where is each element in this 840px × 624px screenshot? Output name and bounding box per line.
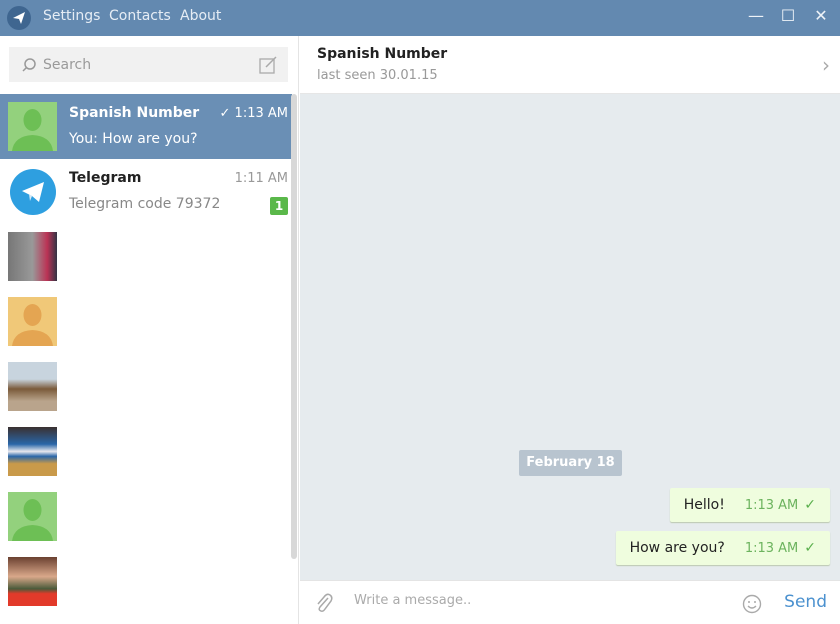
chat-item[interactable] [0,549,292,614]
composer: Send [300,580,840,624]
avatar [8,427,57,476]
conversation-header[interactable]: Spanish Number last seen 30.01.15 › [300,36,840,94]
date-separator: February 18 [519,450,622,476]
message-time: 1:13 AM [744,497,799,513]
telegram-avatar-icon [10,169,56,215]
attach-icon[interactable] [314,592,334,614]
avatar [8,232,57,281]
message-bubble: How are you? 1:13 AM ✓ [615,531,830,565]
message-area: February 18 Hello! 1:13 AM ✓ How are you… [300,94,840,580]
avatar [8,362,57,411]
chat-item[interactable] [0,484,292,549]
title-bar: Settings Contacts About — ☐ ✕ [0,0,840,36]
scrollbar[interactable] [291,94,297,559]
avatar [8,102,57,151]
chat-item[interactable] [0,354,292,419]
message-text: Hello! [683,497,725,513]
search-icon [22,57,36,72]
maximize-button[interactable]: ☐ [777,6,799,25]
avatar [8,492,57,541]
chat-item-spanish-number[interactable]: Spanish Number You: How are you? ✓ 1:13 … [0,94,292,159]
message-bubble: Hello! 1:13 AM ✓ [669,488,830,522]
chat-item[interactable] [0,224,292,289]
chevron-right-icon[interactable]: › [822,53,830,77]
avatar [8,557,57,606]
compose-icon[interactable] [258,55,278,75]
menu-about[interactable]: About [180,8,221,24]
chat-preview: Telegram code 79372 [69,196,221,212]
check-icon: ✓ [804,497,816,513]
conversation-panel: Spanish Number last seen 30.01.15 › Febr… [300,36,840,624]
search-box[interactable] [9,47,288,82]
telegram-logo-icon [7,6,31,30]
chat-preview: You: How are you? [69,131,198,147]
message-text: How are you? [629,540,725,556]
chat-name: Telegram [69,170,142,186]
conversation-title: Spanish Number [317,46,448,62]
emoji-icon[interactable] [742,594,762,614]
unread-badge: 1 [270,197,288,215]
chat-item[interactable] [0,419,292,484]
avatar [8,297,57,346]
menu-settings[interactable]: Settings [43,8,100,24]
send-button[interactable]: Send [784,592,827,612]
message-time: 1:13 AM [744,540,799,556]
check-icon: ✓ [804,540,816,556]
menu-contacts[interactable]: Contacts [109,8,171,24]
chat-time: ✓ 1:13 AM [219,106,288,121]
chat-item[interactable] [0,289,292,354]
last-seen-status: last seen 30.01.15 [317,68,438,83]
minimize-button[interactable]: — [745,6,767,25]
chat-name: Spanish Number [69,105,200,121]
search-input[interactable] [43,56,243,73]
close-button[interactable]: ✕ [810,6,832,25]
chat-item-telegram[interactable]: Telegram Telegram code 79372 1:11 AM 1 [0,159,292,224]
message-input[interactable] [354,593,714,608]
chat-time: 1:11 AM [234,171,288,186]
chat-list-panel: Spanish Number You: How are you? ✓ 1:13 … [0,36,299,624]
